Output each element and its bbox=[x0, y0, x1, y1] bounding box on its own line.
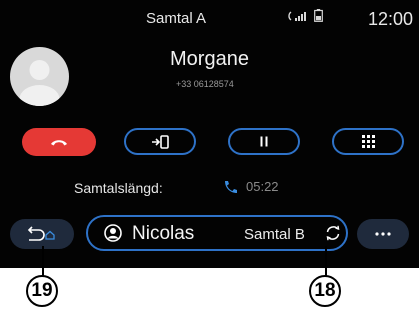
phone-signal-icon bbox=[288, 10, 306, 21]
transfer-to-phone-button[interactable] bbox=[124, 128, 196, 155]
more-options-button[interactable] bbox=[357, 219, 409, 249]
person-silhouette-icon bbox=[19, 60, 60, 106]
back-home-icon bbox=[27, 226, 55, 241]
call-screen: Samtal A 12:00 Morgane +33 06128574 Samt… bbox=[0, 0, 419, 268]
status-icons bbox=[288, 9, 323, 22]
keypad-icon bbox=[361, 135, 375, 148]
page-title: Samtal A bbox=[146, 10, 207, 27]
back-button[interactable] bbox=[10, 219, 74, 249]
callout-18-leader bbox=[325, 246, 327, 276]
second-call-switch[interactable]: Nicolas Samtal B bbox=[86, 215, 348, 251]
second-call-name: Nicolas bbox=[132, 223, 195, 244]
swap-call-icon bbox=[326, 225, 340, 241]
phone-handset-icon bbox=[225, 180, 237, 193]
keypad-button[interactable] bbox=[332, 128, 404, 155]
transfer-to-phone-icon bbox=[152, 134, 169, 149]
second-call-label: Samtal B bbox=[244, 226, 305, 243]
contact-name: Morgane bbox=[170, 48, 249, 70]
more-options-icon bbox=[375, 232, 391, 236]
contact-avatar-icon bbox=[104, 224, 122, 242]
callout-19-leader bbox=[42, 246, 44, 276]
pause-button[interactable] bbox=[228, 128, 300, 155]
callout-18: 18 bbox=[309, 275, 341, 307]
battery-icon bbox=[314, 9, 323, 22]
pause-icon bbox=[260, 136, 268, 147]
callout-19: 19 bbox=[26, 275, 58, 307]
call-duration: 05:22 bbox=[222, 179, 279, 194]
call-duration-value: 05:22 bbox=[246, 179, 279, 194]
end-call-icon bbox=[51, 140, 67, 146]
contact-number: +33 06128574 bbox=[176, 79, 234, 89]
end-call-button[interactable] bbox=[22, 128, 96, 156]
clock: 12:00 bbox=[368, 9, 414, 29]
call-duration-label: Samtalslängd: bbox=[74, 180, 163, 196]
top-bar: Samtal A 12:00 bbox=[0, 0, 419, 38]
contact-avatar bbox=[10, 47, 69, 106]
